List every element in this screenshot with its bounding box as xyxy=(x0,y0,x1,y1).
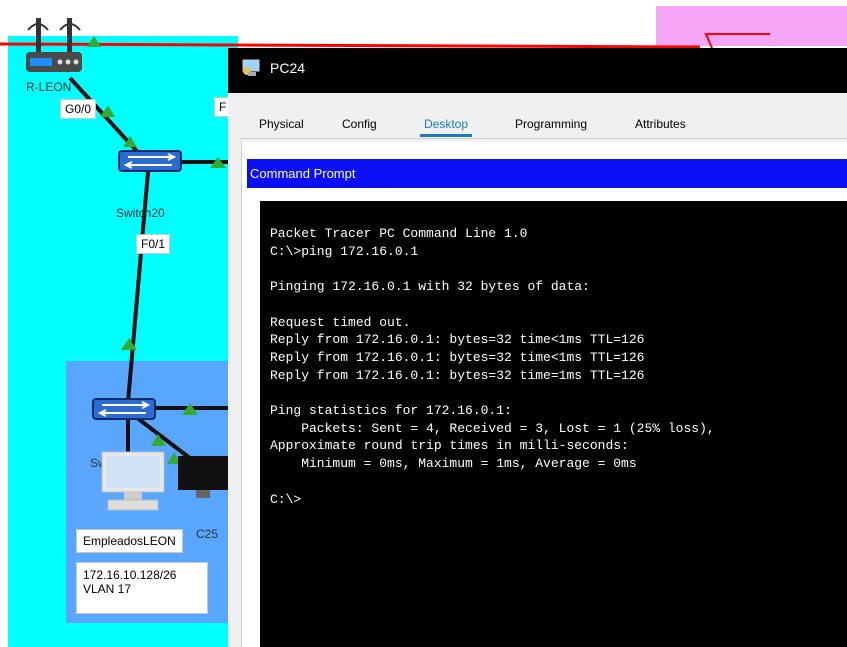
terminal-line: Minimum = 0ms, Maximum = 1ms, Average = … xyxy=(270,456,637,472)
tab-programming[interactable]: Programming xyxy=(507,109,596,139)
tab-attributes[interactable]: Attributes xyxy=(627,109,694,139)
command-prompt-header: Command Prompt xyxy=(247,159,847,188)
red-link xyxy=(0,42,701,49)
terminal-line: Packet Tracer PC Command Line 1.0 xyxy=(270,226,528,241)
terminal-line: Reply from 172.16.0.1: bytes=32 time<1ms… xyxy=(270,349,645,365)
terminal-line: Pinging 172.16.0.1 with 32 bytes of data… xyxy=(270,279,590,295)
router-icon[interactable] xyxy=(22,16,86,80)
tab-config[interactable]: Config xyxy=(334,109,385,139)
terminal-line: Reply from 172.16.0.1: bytes=32 time<1ms… xyxy=(270,332,645,348)
subnet-text: 172.16.10.128/26 xyxy=(83,568,177,582)
pc-icon xyxy=(242,59,260,76)
link-router-switch20 xyxy=(68,76,147,162)
window-title: PC24 xyxy=(270,60,306,76)
terminal-line: Request timed out. xyxy=(270,314,411,330)
network-info-note: 172.16.10.128/26 VLAN 17 xyxy=(76,562,208,614)
router-label: R-LEON xyxy=(26,80,72,94)
terminal-line: Packets: Sent = 4, Received = 3, Lost = … xyxy=(270,420,715,436)
port-label-f01: F0/1 xyxy=(136,234,171,254)
terminal-text[interactable]: Packet Tracer PC Command Line 1.0 C:\>pi… xyxy=(260,201,847,508)
pc-window: PC24 Physical Config Desktop Programming… xyxy=(228,48,847,647)
window-titlebar[interactable]: PC24 xyxy=(228,48,847,93)
pc-icon[interactable] xyxy=(100,450,166,512)
terminal-line: C:\> xyxy=(270,491,302,507)
tab-physical[interactable]: Physical xyxy=(251,109,312,139)
pc-label-partial: C25 xyxy=(196,527,219,541)
terminal-line: Ping statistics for 172.16.0.1: xyxy=(270,403,512,419)
tab-divider xyxy=(240,138,847,139)
terminal-line: Approximate round trip times in milli-se… xyxy=(270,438,629,454)
terminal-line: C:\>ping 172.16.0.1 xyxy=(270,243,419,259)
terminal-output[interactable]: Packet Tracer PC Command Line 1.0 C:\>pi… xyxy=(260,201,847,647)
switch-icon[interactable] xyxy=(92,398,156,420)
tab-desktop[interactable]: Desktop xyxy=(416,109,477,139)
terminal-line: Reply from 172.16.0.1: bytes=32 time=1ms… xyxy=(270,367,645,383)
pc-icon[interactable] xyxy=(176,454,230,500)
switch20-label: Switch20 xyxy=(116,206,165,220)
vlan-text: VLAN 17 xyxy=(83,582,132,596)
network-name-label: EmpleadosLEON xyxy=(76,529,183,553)
port-label-g00: G0/0 xyxy=(60,99,97,119)
switch-icon[interactable] xyxy=(118,150,182,172)
